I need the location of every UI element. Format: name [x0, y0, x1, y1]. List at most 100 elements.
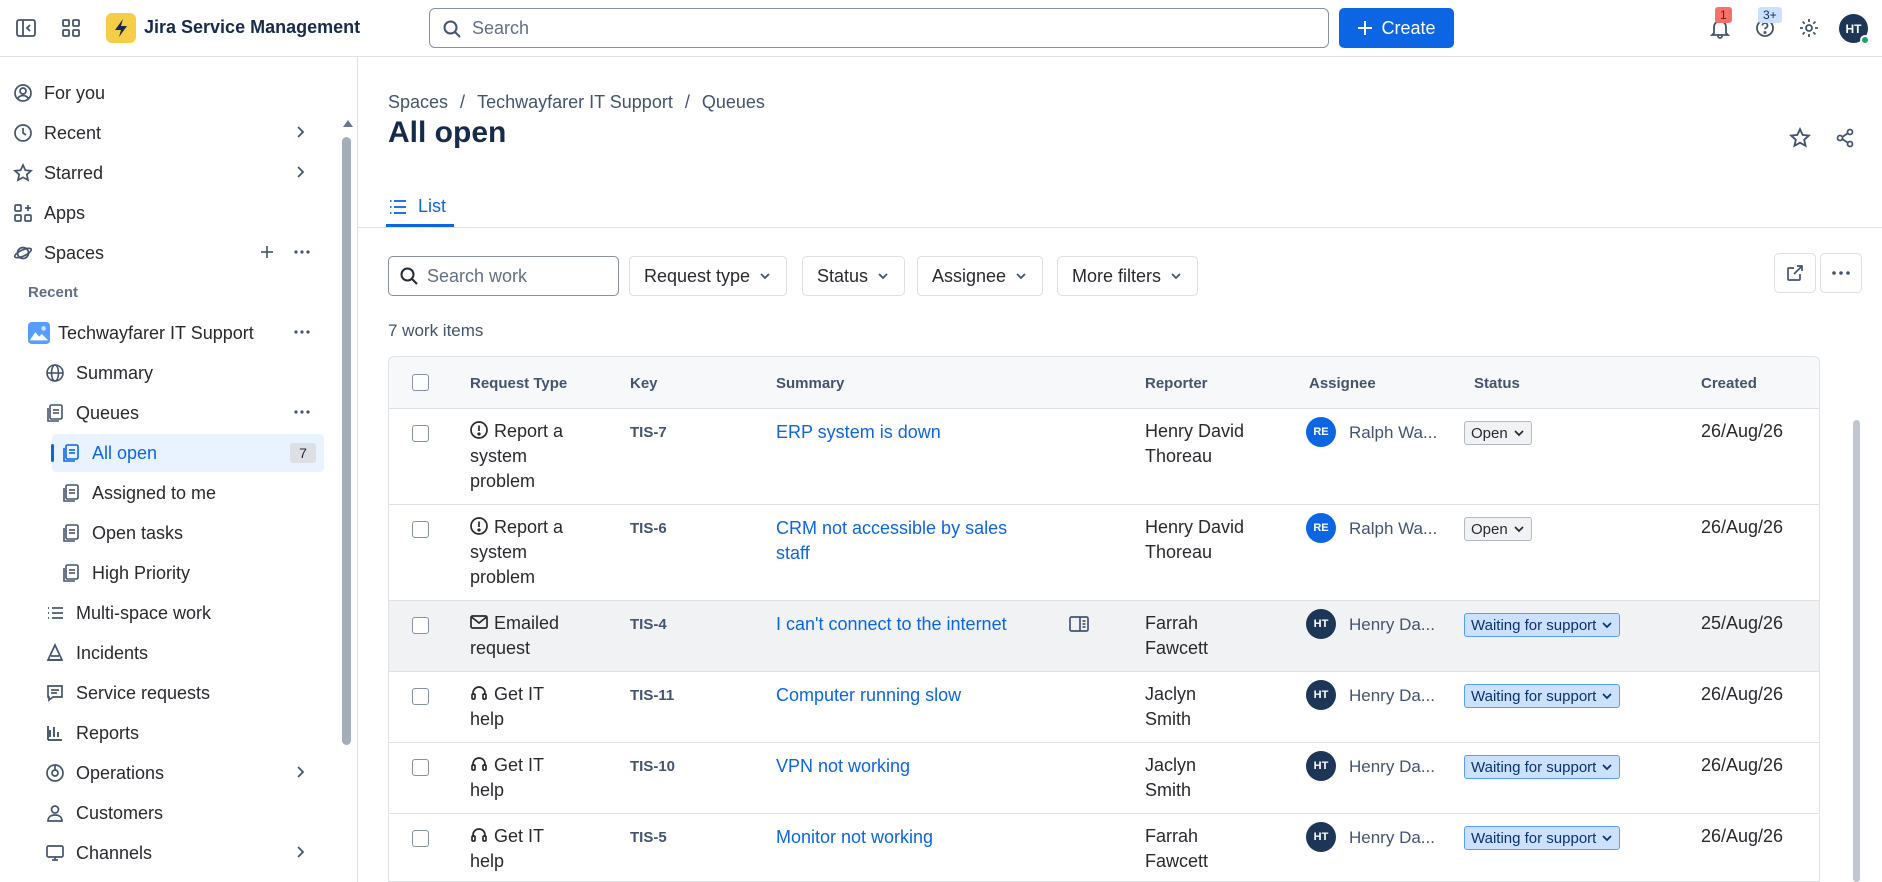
issue-summary-link[interactable]: Computer running slow — [776, 682, 1046, 708]
status-dropdown[interactable]: Waiting for support — [1464, 755, 1621, 779]
chevron-right-icon[interactable] — [292, 124, 308, 140]
sidebar-item-apps[interactable]: Apps — [12, 194, 85, 232]
header-summary[interactable]: Summary — [776, 375, 844, 392]
issue-summary-link[interactable]: Monitor not working — [776, 824, 1046, 850]
table-row[interactable]: Emailed request TIS-4 I can't connect to… — [389, 601, 1819, 672]
header-created[interactable]: Created — [1701, 375, 1757, 392]
breadcrumb-spaces[interactable]: Spaces — [388, 92, 448, 113]
issue-summary-link[interactable]: VPN not working — [776, 753, 1046, 779]
sidebar-queue-all-open[interactable]: All open — [60, 434, 157, 472]
tab-list[interactable]: List — [388, 196, 446, 217]
queues-more-icon[interactable] — [293, 404, 311, 420]
sidebar-item-recent[interactable]: Recent — [12, 114, 101, 152]
sidebar-toggle-icon[interactable] — [12, 14, 40, 42]
table-row[interactable]: Get IT help TIS-11 Computer running slow… — [389, 672, 1819, 743]
assignee-avatar: HT — [1306, 680, 1336, 710]
row-checkbox[interactable] — [412, 688, 429, 705]
header-assignee[interactable]: Assignee — [1309, 375, 1376, 392]
assignee-filter[interactable]: Assignee — [917, 256, 1044, 296]
sidebar-item-summary[interactable]: Summary — [44, 354, 153, 392]
table-row[interactable]: Get IT help TIS-5 Monitor not working Fa… — [389, 814, 1819, 881]
status-filter[interactable]: Status — [802, 256, 906, 296]
request-type-filter[interactable]: Request type — [629, 256, 788, 296]
chevron-right-icon[interactable] — [292, 164, 308, 180]
table-row[interactable]: Report a system problem TIS-7 ERP system… — [389, 409, 1819, 505]
more-filters-button[interactable]: More filters — [1057, 256, 1199, 296]
status-label: Open — [1471, 424, 1508, 442]
spaces-more-icon[interactable] — [293, 244, 311, 260]
header-reporter[interactable]: Reporter — [1145, 375, 1208, 392]
status-dropdown[interactable]: Waiting for support — [1464, 826, 1621, 850]
sidebar-item-for-you[interactable]: For you — [12, 74, 105, 112]
table-row[interactable]: Report a system problem TIS-6 CRM not ac… — [389, 505, 1819, 601]
row-checkbox[interactable] — [412, 425, 429, 442]
breadcrumb-queues[interactable]: Queues — [702, 92, 765, 113]
chevron-right-icon[interactable] — [292, 844, 308, 860]
issue-summary-link[interactable]: staff — [776, 540, 1046, 566]
jira-logo-icon[interactable] — [106, 13, 136, 43]
sidebar-queue-open-tasks[interactable]: Open tasks — [60, 514, 183, 552]
header-key[interactable]: Key — [630, 375, 658, 392]
issue-key[interactable]: TIS-4 — [630, 616, 667, 633]
settings-gear-icon[interactable] — [1795, 14, 1823, 42]
star-icon[interactable] — [1789, 127, 1811, 149]
sidebar-scroll-up-arrow[interactable] — [343, 120, 353, 127]
assignee-name[interactable]: Henry Da... — [1349, 757, 1435, 777]
app-name[interactable]: Jira Service Management — [144, 17, 360, 38]
issue-key[interactable]: TIS-7 — [630, 424, 667, 441]
issue-key[interactable]: TIS-10 — [630, 758, 675, 775]
breadcrumb-space[interactable]: Techwayfarer IT Support — [477, 92, 673, 113]
select-all-checkbox[interactable] — [412, 374, 429, 391]
sidebar-queue-high-priority[interactable]: High Priority — [60, 554, 190, 592]
table-scrollbar[interactable] — [1853, 420, 1860, 882]
sidebar-queue-assigned-to-me[interactable]: Assigned to me — [60, 474, 216, 512]
issue-key[interactable]: TIS-6 — [630, 520, 667, 537]
chevron-right-icon[interactable] — [292, 764, 308, 780]
sidebar-item-multi-space-work[interactable]: Multi-space work — [44, 594, 211, 632]
assignee-name[interactable]: Henry Da... — [1349, 828, 1435, 848]
more-actions-button[interactable] — [1820, 253, 1862, 293]
add-space-icon[interactable] — [259, 244, 275, 260]
table-row[interactable]: Get IT help TIS-10 VPN not working Jacly… — [389, 743, 1819, 814]
issue-summary-link[interactable]: ERP system is down — [776, 419, 1046, 445]
issue-summary-link[interactable]: I can't connect to the internet — [776, 611, 1046, 637]
sidebar-item-channels[interactable]: Channels — [44, 834, 152, 872]
row-checkbox[interactable] — [412, 759, 429, 776]
status-dropdown[interactable]: Waiting for support — [1464, 613, 1621, 637]
issue-summary-link[interactable]: CRM not accessible by sales — [776, 515, 1046, 541]
issue-key[interactable]: TIS-11 — [630, 687, 674, 704]
assignee-name[interactable]: Ralph Wa... — [1349, 423, 1437, 443]
sidebar-item-spaces[interactable]: Spaces — [12, 234, 104, 272]
open-in-new-button[interactable] — [1774, 253, 1816, 293]
row-checkbox[interactable] — [412, 830, 429, 847]
sidebar-item-operations[interactable]: Operations — [44, 754, 164, 792]
sidebar-scrollbar[interactable] — [342, 137, 351, 745]
header-status[interactable]: Status — [1474, 375, 1520, 392]
space-more-icon[interactable] — [293, 324, 311, 340]
open-detail-panel-icon[interactable] — [1068, 615, 1090, 633]
sidebar-item-service-requests[interactable]: Service requests — [44, 674, 210, 712]
sidebar-item-customers[interactable]: Customers — [44, 794, 163, 832]
request-type-line: Emailed — [494, 613, 560, 633]
status-dropdown[interactable]: Waiting for support — [1464, 684, 1621, 708]
create-button[interactable]: Create — [1339, 8, 1454, 48]
sidebar-item-starred[interactable]: Starred — [12, 154, 103, 192]
sidebar-item-reports[interactable]: Reports — [44, 714, 139, 752]
assignee-name[interactable]: Henry Da... — [1349, 615, 1435, 635]
row-checkbox[interactable] — [412, 617, 429, 634]
sidebar-space-techwayfarer[interactable]: Techwayfarer IT Support — [28, 314, 254, 352]
status-dropdown[interactable]: Open — [1464, 421, 1532, 445]
issue-key[interactable]: TIS-5 — [630, 829, 667, 846]
search-input[interactable]: Search — [429, 8, 1329, 48]
header-request-type[interactable]: Request Type — [470, 375, 567, 392]
share-icon[interactable] — [1834, 127, 1856, 149]
user-avatar[interactable]: HT — [1839, 14, 1870, 45]
assignee-name[interactable]: Henry Da... — [1349, 686, 1435, 706]
sidebar-item-incidents[interactable]: Incidents — [44, 634, 148, 672]
row-checkbox[interactable] — [412, 521, 429, 538]
sidebar-item-queues[interactable]: Queues — [44, 394, 139, 432]
status-dropdown[interactable]: Open — [1464, 517, 1532, 541]
assignee-name[interactable]: Ralph Wa... — [1349, 519, 1437, 539]
search-work-input[interactable]: Search work — [388, 256, 619, 296]
app-switcher-icon[interactable] — [57, 14, 85, 42]
